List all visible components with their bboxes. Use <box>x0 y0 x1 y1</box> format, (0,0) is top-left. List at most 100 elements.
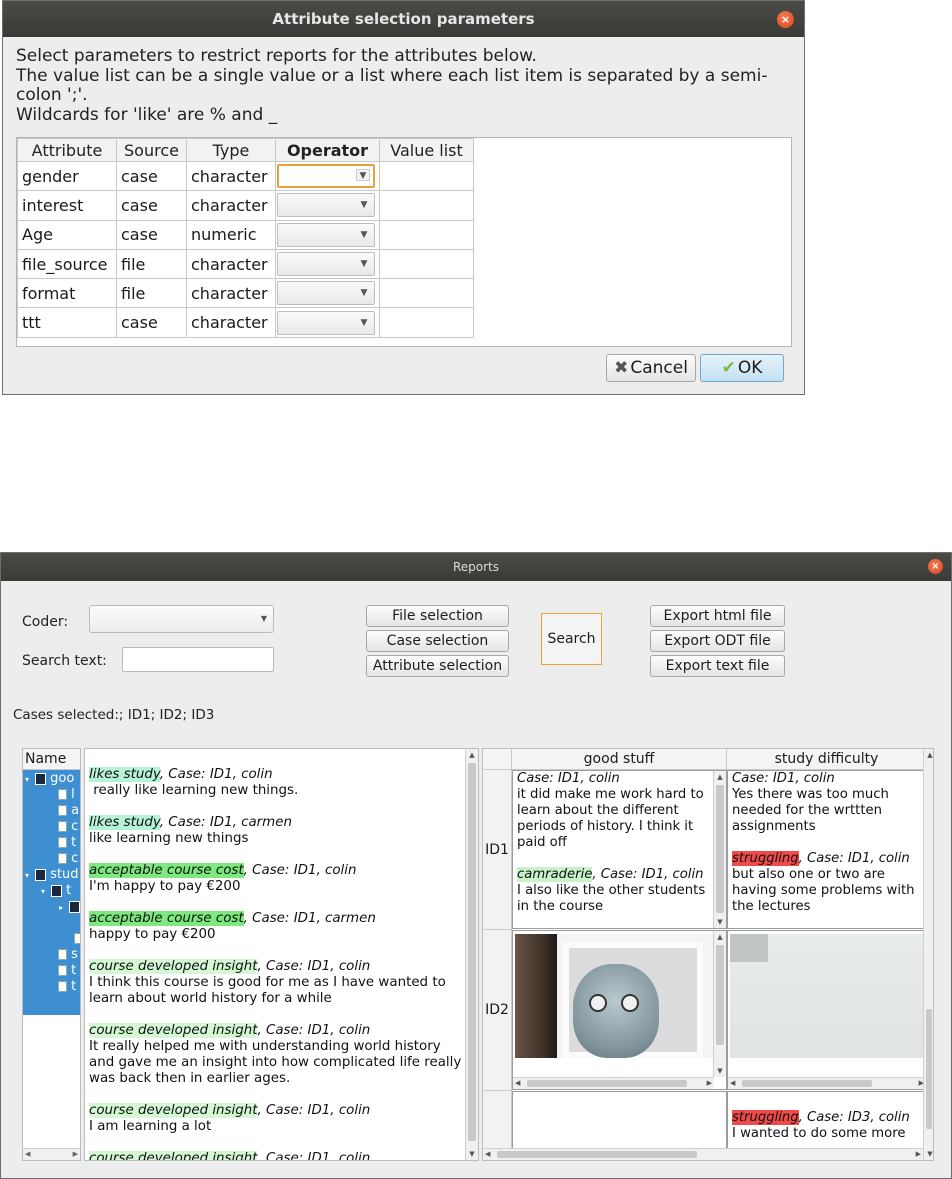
entry-text: I think this course is good for me as I … <box>89 975 446 1006</box>
scroll-down-icon[interactable]: ▼ <box>714 1065 726 1077</box>
matrix-row-header[interactable]: ID2 <box>483 930 512 1091</box>
column-header-attribute[interactable]: Attribute <box>17 138 117 162</box>
scroll-down-icon[interactable]: ▼ <box>924 1148 933 1160</box>
file-selection-button[interactable]: File selection <box>366 605 509 627</box>
operator-cell: ▼ <box>275 248 380 280</box>
scroll-up-icon[interactable]: ▲ <box>714 771 726 783</box>
scroll-left-icon[interactable]: ◀ <box>25 1150 30 1158</box>
tree-node[interactable]: l <box>58 787 75 803</box>
export-text-button[interactable]: Export text file <box>650 655 785 677</box>
tree-node[interactable] <box>74 931 80 947</box>
scrollbar-thumb[interactable] <box>926 1009 932 1129</box>
code-case-matrix[interactable]: good stuff study difficulty ID1 ID2 Case… <box>482 748 934 1161</box>
value-list-cell[interactable] <box>379 278 474 309</box>
attribute-selection-button[interactable]: Attribute selection <box>366 655 509 677</box>
close-icon[interactable]: × <box>777 11 794 28</box>
matrix-column-header[interactable]: good stuff <box>512 749 727 770</box>
export-html-button[interactable]: Export html file <box>650 605 785 627</box>
value-list-cell[interactable] <box>379 248 474 280</box>
cancel-button[interactable]: ✖ Cancel <box>606 354 696 382</box>
matrix-cell[interactable]: Case: ID1, colin it did make me work har… <box>512 770 727 929</box>
tree-node[interactable]: t <box>58 835 76 851</box>
operator-dropdown[interactable]: ▼ <box>277 252 375 277</box>
scroll-down-icon[interactable]: ▼ <box>466 1148 478 1160</box>
tree-node[interactable]: ▾ goo <box>25 771 74 787</box>
column-header-operator[interactable]: Operator <box>275 138 380 162</box>
column-header-source[interactable]: Source <box>116 138 187 162</box>
matrix-horizontal-scrollbar[interactable]: ◀ ▶ <box>483 1148 923 1160</box>
expand-toggle-icon[interactable]: ▸ <box>59 903 69 912</box>
scroll-left-icon[interactable]: ◀ <box>515 1079 520 1087</box>
value-list-cell[interactable] <box>379 219 474 250</box>
tree-node[interactable]: c <box>58 819 78 835</box>
operator-dropdown[interactable]: ▼ <box>277 164 375 189</box>
instruction-line: The value list can be a single value or … <box>16 65 768 86</box>
scrollbar-thumb[interactable] <box>716 945 724 1045</box>
code-tree[interactable]: Name ▾ goo l a c t c ▾ stud ▾ t ▸ t s t … <box>22 748 81 1161</box>
tree-node[interactable]: s <box>58 947 78 963</box>
scroll-up-icon[interactable]: ▲ <box>714 931 726 943</box>
source-cell: file <box>116 248 187 280</box>
expand-toggle-icon[interactable]: ▾ <box>25 871 35 880</box>
column-header-value-list[interactable]: Value list <box>379 138 474 162</box>
cell-vertical-scrollbar[interactable]: ▲ ▼ <box>713 931 726 1077</box>
value-list-cell[interactable] <box>379 190 474 221</box>
tree-horizontal-scrollbar[interactable]: ◀ ▶ <box>23 1148 80 1160</box>
scrollbar-thumb[interactable] <box>497 1151 697 1158</box>
tree-node[interactable]: t <box>58 979 76 995</box>
scroll-right-icon[interactable]: ▶ <box>916 1150 921 1158</box>
scroll-right-icon[interactable]: ▶ <box>707 1079 712 1087</box>
matrix-cell[interactable]: Case: ID1, colin Yes there was too much … <box>727 770 927 929</box>
search-button[interactable]: Search <box>541 613 602 665</box>
operator-dropdown[interactable]: ▼ <box>277 281 375 306</box>
expand-toggle-icon[interactable]: ▾ <box>25 775 35 784</box>
operator-dropdown[interactable]: ▼ <box>277 310 375 335</box>
tree-node[interactable]: ▾ stud <box>25 867 79 883</box>
scrollbar-thumb[interactable] <box>742 1080 872 1087</box>
scrollbar-thumb[interactable] <box>716 785 724 913</box>
cell-horizontal-scrollbar[interactable]: ◀ ▶ <box>728 1077 926 1089</box>
matrix-cell[interactable]: ◀ ▶ <box>727 930 927 1090</box>
cell-vertical-scrollbar[interactable]: ▲ ▼ <box>713 771 726 928</box>
export-odt-button[interactable]: Export ODT file <box>650 630 785 652</box>
tree-node[interactable]: ▾ t <box>41 883 71 899</box>
expand-toggle-icon[interactable]: ▾ <box>41 887 51 896</box>
ok-button[interactable]: ✔ OK <box>700 354 784 382</box>
scroll-left-icon[interactable]: ◀ <box>730 1079 735 1087</box>
scroll-right-icon[interactable]: ▶ <box>73 1150 78 1158</box>
matrix-vertical-scrollbar[interactable]: ▲ ▼ <box>923 749 933 1160</box>
text-report-panel[interactable]: likes study, Case: ID1, colin really lik… <box>84 748 479 1161</box>
column-header-type[interactable]: Type <box>186 138 276 162</box>
matrix-row-header[interactable]: ID1 <box>483 770 512 930</box>
value-list-cell[interactable] <box>379 160 474 192</box>
code-icon <box>74 933 80 944</box>
source-cell: case <box>116 219 187 250</box>
tree-node[interactable]: c <box>58 851 78 867</box>
search-text-input[interactable] <box>122 647 274 672</box>
cell-horizontal-scrollbar[interactable]: ◀ ▶ <box>513 1077 714 1089</box>
text-vertical-scrollbar[interactable]: ▲ ▼ <box>465 749 478 1160</box>
case-selection-button[interactable]: Case selection <box>366 630 509 652</box>
scroll-up-icon[interactable]: ▲ <box>466 749 478 761</box>
coder-dropdown[interactable]: ▼ <box>89 605 274 633</box>
scroll-up-icon[interactable]: ▲ <box>924 749 933 761</box>
tree-node[interactable]: ▸ t <box>59 899 80 915</box>
value-list-cell[interactable] <box>379 307 474 338</box>
tree-node[interactable]: a <box>58 803 79 819</box>
scroll-down-icon[interactable]: ▼ <box>714 916 726 928</box>
close-icon[interactable]: × <box>928 559 943 574</box>
tree-node[interactable]: t <box>58 963 76 979</box>
table-row: ttt case character ▼ <box>17 307 474 338</box>
scroll-left-icon[interactable]: ◀ <box>485 1150 490 1158</box>
scrollbar-thumb[interactable] <box>527 1080 687 1087</box>
matrix-cell[interactable]: ▲ ▼ ◀ ▶ <box>512 930 727 1090</box>
matrix-column-header[interactable]: study difficulty <box>727 749 927 770</box>
scrollbar-thumb[interactable] <box>468 763 476 1141</box>
chevron-down-icon: ▼ <box>360 200 368 211</box>
list-item: course developed insight, Case: ID1, col… <box>89 959 469 1007</box>
operator-dropdown[interactable]: ▼ <box>277 193 375 218</box>
source-cell: file <box>116 278 187 309</box>
tree-header: Name <box>23 749 80 770</box>
chevron-down-icon: ▼ <box>360 317 368 328</box>
operator-dropdown[interactable]: ▼ <box>277 222 375 247</box>
